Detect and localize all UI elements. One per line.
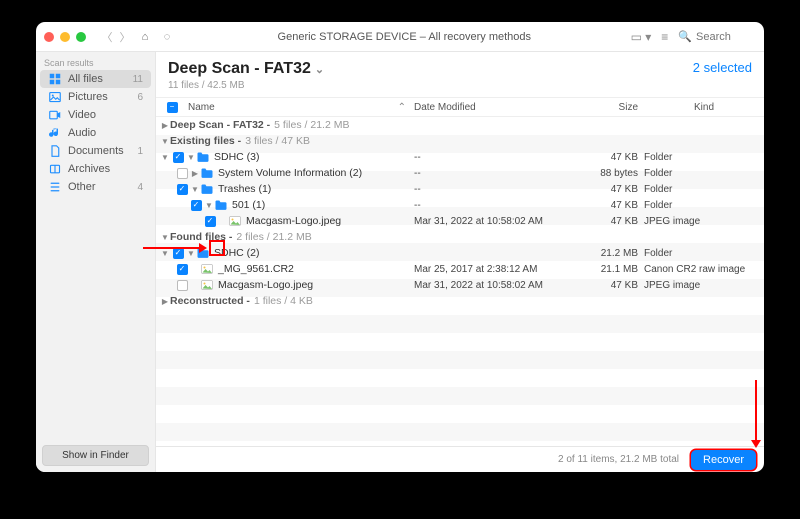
document-icon <box>48 145 62 157</box>
grid-icon <box>48 73 62 85</box>
sidebar-item-other[interactable]: Other 4 <box>40 178 151 196</box>
row-checkbox[interactable]: ✓ <box>191 200 202 211</box>
sidebar-item-documents[interactable]: Documents 1 <box>40 142 151 160</box>
row-checkbox[interactable]: ✓ <box>173 248 184 259</box>
group-deep-scan[interactable]: ▶ Deep Scan - FAT32 - 5 files / 21.2 MB <box>156 117 764 133</box>
group-existing-files[interactable]: ▼ Existing files - 3 files / 47 KB <box>156 133 764 149</box>
sidebar-item-label: Other <box>68 181 96 193</box>
disclosure-icon[interactable]: ▶ <box>160 297 170 306</box>
table-header: − Name⌃ Date Modified Size Kind <box>156 97 764 117</box>
other-icon <box>48 181 62 193</box>
table-row[interactable]: ✓ ▼ 501 (1) --47 KBFolder <box>156 197 764 213</box>
disclosure-icon[interactable]: ▼ <box>160 233 170 242</box>
sidebar: Scan results All files 11 Pictures 6 Vid… <box>36 52 156 472</box>
table-row[interactable]: ▼ ✓ ▼ SDHC (3) --47 KBFolder <box>156 149 764 165</box>
search-field[interactable]: 🔍 <box>678 30 756 43</box>
archive-icon <box>48 163 62 175</box>
row-checkbox[interactable]: ✓ <box>173 152 184 163</box>
disclosure-icon[interactable]: ▶ <box>190 169 200 178</box>
sidebar-item-label: Video <box>68 109 96 121</box>
sort-indicator-icon: ⌃ <box>398 102 406 113</box>
picture-icon <box>48 91 62 103</box>
folder-icon <box>200 167 214 179</box>
forward-button: 〉 <box>116 29 134 45</box>
image-file-icon <box>200 263 214 275</box>
home-icon[interactable]: ⌂ <box>134 31 156 43</box>
main-panel: Deep Scan - FAT32 ⌄ 11 files / 42.5 MB 2… <box>156 52 764 472</box>
sidebar-item-label: Audio <box>68 127 96 139</box>
disclosure-icon[interactable]: ▼ <box>186 153 196 162</box>
toolbar-title: Generic STORAGE DEVICE – All recovery me… <box>178 31 631 43</box>
view-mode-button[interactable]: ▭ ▾ <box>631 30 652 44</box>
zoom-window-button[interactable] <box>76 32 86 42</box>
sidebar-item-video[interactable]: Video <box>40 106 151 124</box>
sidebar-item-all-files[interactable]: All files 11 <box>40 70 151 88</box>
column-name[interactable]: Name⌃ <box>182 102 414 113</box>
sidebar-item-label: All files <box>68 73 103 85</box>
disclosure-icon[interactable]: ▼ <box>160 137 170 146</box>
folder-icon <box>196 247 210 259</box>
audio-icon <box>48 127 62 139</box>
folder-icon <box>196 151 210 163</box>
sidebar-item-audio[interactable]: Audio <box>40 124 151 142</box>
disclosure-icon[interactable]: ▼ <box>190 185 200 194</box>
image-file-icon <box>228 215 242 227</box>
minimize-window-button[interactable] <box>60 32 70 42</box>
header-checkbox[interactable]: − <box>167 102 178 113</box>
file-list: ▶ Deep Scan - FAT32 - 5 files / 21.2 MB … <box>156 117 764 446</box>
image-file-icon <box>200 279 214 291</box>
column-kind[interactable]: Kind <box>644 102 764 113</box>
table-row[interactable]: ✓ ▼ Trashes (1) --47 KBFolder <box>156 181 764 197</box>
sidebar-heading: Scan results <box>36 52 155 70</box>
sidebar-item-pictures[interactable]: Pictures 6 <box>40 88 151 106</box>
disclosure-icon[interactable]: ▼ <box>186 249 196 258</box>
show-in-finder-button[interactable]: Show in Finder <box>42 445 149 466</box>
row-checkbox[interactable]: ✓ <box>205 216 216 227</box>
column-date[interactable]: Date Modified <box>414 102 574 113</box>
table-row[interactable]: ▶ System Volume Information (2) --88 byt… <box>156 165 764 181</box>
filter-icon[interactable]: ≡ <box>661 30 668 44</box>
disclosure-icon[interactable]: ▼ <box>204 201 214 210</box>
status-bar: 2 of 11 items, 21.2 MB total Recover <box>156 446 764 472</box>
table-row[interactable]: ▼ ✓ ▼ SDHC (2) 21.2 MBFolder <box>156 245 764 261</box>
table-row[interactable]: Macgasm-Logo.jpeg Mar 31, 2022 at 10:58:… <box>156 277 764 293</box>
sidebar-item-label: Pictures <box>68 91 108 103</box>
search-icon: 🔍 <box>678 30 692 43</box>
row-checkbox[interactable]: ✓ <box>177 184 188 195</box>
sidebar-item-archives[interactable]: Archives <box>40 160 151 178</box>
page-title[interactable]: Deep Scan - FAT32 ⌄ <box>168 60 324 78</box>
table-row[interactable]: ✓ _MG_9561.CR2 Mar 25, 2017 at 2:38:12 A… <box>156 261 764 277</box>
back-button: 〈 <box>98 29 116 45</box>
row-checkbox[interactable]: ✓ <box>177 264 188 275</box>
folder-icon <box>200 183 214 195</box>
folder-icon <box>214 199 228 211</box>
window-controls <box>44 32 86 42</box>
page-subtitle: 11 files / 42.5 MB <box>168 80 324 91</box>
column-size[interactable]: Size <box>574 102 644 113</box>
row-checkbox[interactable] <box>177 168 188 179</box>
selection-count: 2 selected <box>693 60 752 75</box>
sidebar-item-label: Archives <box>68 163 110 175</box>
table-row[interactable]: ✓ Macgasm-Logo.jpeg Mar 31, 2022 at 10:5… <box>156 213 764 229</box>
scan-progress-icon[interactable]: ◌ <box>156 31 178 43</box>
footer-status: 2 of 11 items, 21.2 MB total <box>558 454 679 465</box>
close-window-button[interactable] <box>44 32 54 42</box>
app-window: 〈 〉 ⌂ ◌ Generic STORAGE DEVICE – All rec… <box>36 22 764 472</box>
search-input[interactable] <box>696 31 756 43</box>
disclosure-icon[interactable]: ▶ <box>160 121 170 130</box>
disclosure-icon[interactable]: ▼ <box>160 249 170 258</box>
recover-button[interactable]: Recover <box>691 450 756 470</box>
video-icon <box>48 109 62 121</box>
group-reconstructed[interactable]: ▶ Reconstructed - 1 files / 4 KB <box>156 293 764 309</box>
toolbar: 〈 〉 ⌂ ◌ Generic STORAGE DEVICE – All rec… <box>36 22 764 52</box>
disclosure-icon[interactable]: ▼ <box>160 153 170 162</box>
group-found-files[interactable]: ▼ Found files - 2 files / 21.2 MB <box>156 229 764 245</box>
row-checkbox[interactable] <box>177 280 188 291</box>
sidebar-item-label: Documents <box>68 145 124 157</box>
chevron-down-icon: ⌄ <box>315 63 324 76</box>
